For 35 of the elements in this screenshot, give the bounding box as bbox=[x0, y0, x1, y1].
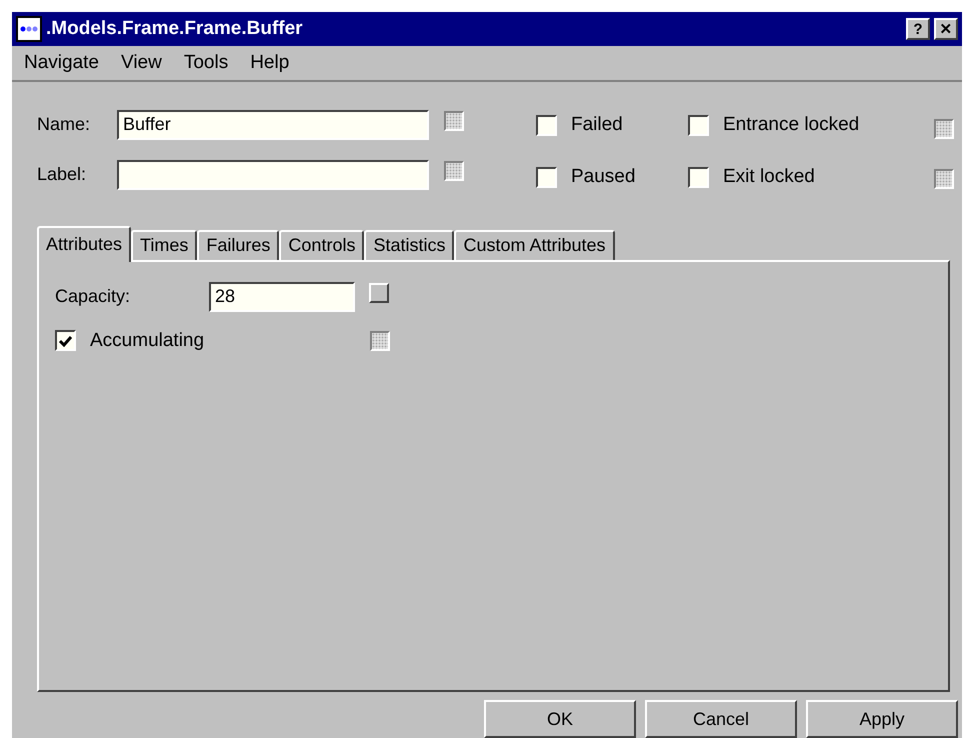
dialog-button[interactable]: Apply bbox=[806, 700, 958, 738]
menu-item[interactable]: Navigate bbox=[24, 48, 99, 78]
tab[interactable]: Custom Attributes bbox=[454, 230, 615, 260]
tab[interactable]: Failures bbox=[197, 230, 280, 260]
checkbox[interactable] bbox=[536, 166, 557, 188]
checkbox-label: Paused bbox=[571, 164, 636, 189]
text-field[interactable]: Buffer bbox=[117, 110, 429, 140]
checkbox[interactable] bbox=[55, 330, 76, 352]
window-title: .Models.Frame.Frame.Buffer bbox=[46, 16, 304, 41]
tab[interactable]: Controls bbox=[279, 230, 364, 260]
checkbox[interactable] bbox=[688, 166, 709, 188]
checkbox[interactable] bbox=[688, 115, 709, 136]
check-icon bbox=[59, 334, 72, 347]
checkbox-label: Exit locked bbox=[723, 164, 815, 189]
help-button[interactable]: ? bbox=[906, 18, 930, 40]
tab[interactable]: Statistics bbox=[364, 230, 454, 260]
tab[interactable]: Attributes bbox=[37, 226, 132, 262]
field-label: Label: bbox=[37, 163, 88, 186]
small-button[interactable] bbox=[369, 282, 389, 303]
text-field[interactable]: 28 bbox=[209, 282, 355, 312]
menu-item[interactable]: View bbox=[121, 48, 162, 78]
checkbox-label: Failed bbox=[571, 113, 623, 138]
checkbox-label: Accumulating bbox=[90, 328, 206, 353]
close-button[interactable]: ✕ bbox=[934, 18, 958, 40]
checkbox-label: Entrance locked bbox=[723, 113, 860, 138]
checkbox[interactable] bbox=[536, 115, 557, 136]
dialog-button[interactable]: Cancel bbox=[645, 700, 797, 738]
tab[interactable]: Times bbox=[131, 230, 198, 260]
app-icon bbox=[16, 16, 42, 42]
menu-item[interactable]: Tools bbox=[184, 48, 228, 78]
menu-item[interactable]: Help bbox=[250, 48, 290, 78]
field-label: Name: bbox=[37, 113, 92, 136]
text-field[interactable] bbox=[117, 160, 429, 190]
dialog-button[interactable]: OK bbox=[484, 700, 636, 738]
field-label: Capacity: bbox=[55, 285, 132, 308]
